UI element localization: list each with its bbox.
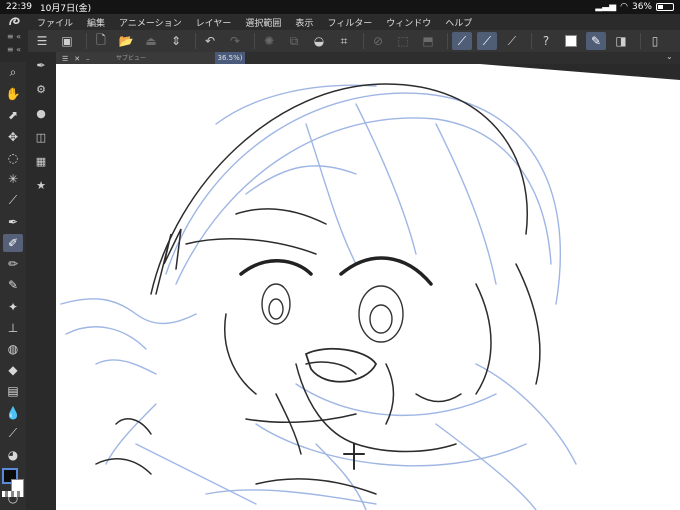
device-icon[interactable]: ▯ <box>645 32 665 50</box>
tool-bar: ⌕ ✋ ⬈ ✥ ◌ ✳ ⟋ ✒ ✐ ✏ ✎ ✦ ⊥ ◍ ◆ ▤ 💧 ⟋ ◕ ▨ … <box>0 62 26 510</box>
app-logo-icon[interactable] <box>0 16 30 28</box>
status-right: ▂▃▅ ◠ 36% <box>595 2 674 12</box>
help-icon[interactable]: ? <box>536 32 556 50</box>
loading-icon[interactable]: ✺ <box>259 32 279 50</box>
minimize-icon[interactable]: – <box>86 55 90 63</box>
divider <box>195 33 196 49</box>
hamburger-menu-icon[interactable]: ☰ <box>32 32 52 50</box>
crop-icon[interactable]: ⌗ <box>334 32 354 50</box>
layer-icon[interactable]: ◨ <box>611 32 631 50</box>
canvas-corner <box>480 64 680 80</box>
battery-icon <box>656 3 674 11</box>
new-file-icon[interactable]: 🗋 <box>91 32 111 50</box>
copy-icon[interactable]: ⧉ <box>284 32 304 50</box>
menu-layer[interactable]: レイヤー <box>189 16 239 29</box>
airbrush-icon[interactable]: ✎ <box>3 276 23 294</box>
chevron-down-icon[interactable]: ⌄ <box>666 52 673 61</box>
frame-icon[interactable]: ▤ <box>3 383 23 401</box>
menu-file[interactable]: ファイル <box>30 16 80 29</box>
color-swatch[interactable] <box>561 32 581 50</box>
divider <box>86 33 87 49</box>
sketch-illustration <box>60 83 577 510</box>
collapse-left-icon-2[interactable]: ≡ « <box>0 45 28 54</box>
tool-property-icon[interactable]: ⚙ <box>31 80 51 98</box>
eraser-icon[interactable]: ◆ <box>3 361 23 379</box>
lasso-icon[interactable]: ◌ <box>3 149 23 167</box>
pencil-icon[interactable]: ✏ <box>3 255 23 273</box>
divider <box>363 33 364 49</box>
open-file-icon[interactable]: 📂 <box>116 32 136 50</box>
special-ruler-snap-icon[interactable]: ⟋ <box>477 32 497 50</box>
divider <box>254 33 255 49</box>
transform-icon[interactable]: ⬚ <box>393 32 413 50</box>
drop-icon[interactable]: 💧 <box>3 404 23 422</box>
canvas-tab-bar <box>245 52 680 64</box>
dropper-icon[interactable]: ⟋ <box>3 425 23 443</box>
brush-icon[interactable]: ✐ <box>3 233 23 252</box>
save-icon[interactable]: ⏏ <box>141 32 161 50</box>
menu-bar: ファイル 編集 アニメーション レイヤー 選択範囲 表示 フィルター ウィンドウ… <box>0 14 680 30</box>
clip-studio-icon[interactable]: ▣ <box>57 32 77 50</box>
redo-icon[interactable]: ↷ <box>225 32 245 50</box>
pen-mode-icon[interactable]: ✎ <box>586 32 606 50</box>
menu-animation[interactable]: アニメーション <box>112 16 189 29</box>
magic-wand-icon[interactable]: ✳ <box>3 170 23 188</box>
palette-icon-column: ✒ ⚙ ● ◫ ▦ ★ <box>26 52 56 510</box>
eyedropper-icon[interactable]: ⟋ <box>3 191 23 209</box>
undo-icon[interactable]: ↶ <box>200 32 220 50</box>
deselect-icon[interactable]: ⊘ <box>368 32 388 50</box>
status-bar: 22:39 10月7日(金) ▂▃▅ ◠ 36% <box>0 0 680 14</box>
menu-help[interactable]: ヘルプ <box>438 16 479 29</box>
menu-window[interactable]: ウィンドウ <box>379 16 438 29</box>
grid-snap-icon[interactable]: ⟋ <box>502 32 522 50</box>
command-bar: ☰ ▣ 🗋 📂 ⏏ ⇕ ↶ ↷ ✺ ⧉ ◒ ⌗ ⊘ ⬚ ⬒ ⟋ ⟋ ⟋ ? ✎ … <box>28 30 680 52</box>
menu-view[interactable]: 表示 <box>288 16 320 29</box>
signal-icon: ▂▃▅ <box>595 2 617 12</box>
fill-bucket-icon[interactable]: ◕ <box>3 446 23 464</box>
wifi-icon: ◠ <box>620 2 628 12</box>
transparent-color-chip[interactable] <box>2 491 24 497</box>
menu-selection[interactable]: 選択範囲 <box>238 16 288 29</box>
divider <box>640 33 641 49</box>
hand-icon[interactable]: ✋ <box>3 85 23 103</box>
close-icon[interactable]: ✕ <box>74 55 80 63</box>
status-time: 22:39 <box>6 2 32 12</box>
color-wheel-icon[interactable]: ◫ <box>31 128 51 146</box>
ruler-snap-icon[interactable]: ⟋ <box>452 32 472 50</box>
canvas[interactable] <box>56 64 680 510</box>
brush-size-icon[interactable]: ● <box>31 104 51 122</box>
menu-lines-icon[interactable]: ☰ <box>62 55 68 63</box>
panel-toggle-strip: ≡ « ≡ « <box>0 30 28 62</box>
blend-icon[interactable]: ◍ <box>3 340 23 358</box>
material-icon[interactable]: ★ <box>31 176 51 194</box>
sort-icon[interactable]: ⇕ <box>166 32 186 50</box>
battery-percent: 36% <box>631 2 652 12</box>
sub-tool-icon[interactable]: ✒ <box>31 56 51 74</box>
color-chips[interactable] <box>2 468 26 498</box>
divider <box>531 33 532 49</box>
canvas-tab-zoom[interactable]: 36.5%) <box>215 52 245 64</box>
fill-icon[interactable]: ◒ <box>309 32 329 50</box>
subview-label: サブビュー <box>116 55 147 62</box>
menu-filter[interactable]: フィルター <box>320 16 379 29</box>
app-root: 22:39 10月7日(金) ▂▃▅ ◠ 36% ファイル 編集 アニメーション… <box>0 0 680 510</box>
status-date: 10月7日(金) <box>39 3 92 14</box>
move-icon[interactable]: ✥ <box>3 128 23 146</box>
zoom-icon[interactable]: ⌕ <box>3 64 23 82</box>
divider <box>447 33 448 49</box>
selection-border-icon[interactable]: ⬒ <box>418 32 438 50</box>
pen-icon[interactable]: ✒ <box>3 213 23 231</box>
stamp-icon[interactable]: ⊥ <box>3 319 23 337</box>
collapse-left-icon[interactable]: ≡ « <box>0 32 28 41</box>
color-set-icon[interactable]: ▦ <box>31 152 51 170</box>
menu-edit[interactable]: 編集 <box>80 16 112 29</box>
decoration-icon[interactable]: ✦ <box>3 298 23 316</box>
operation-icon[interactable]: ⬈ <box>3 106 23 124</box>
